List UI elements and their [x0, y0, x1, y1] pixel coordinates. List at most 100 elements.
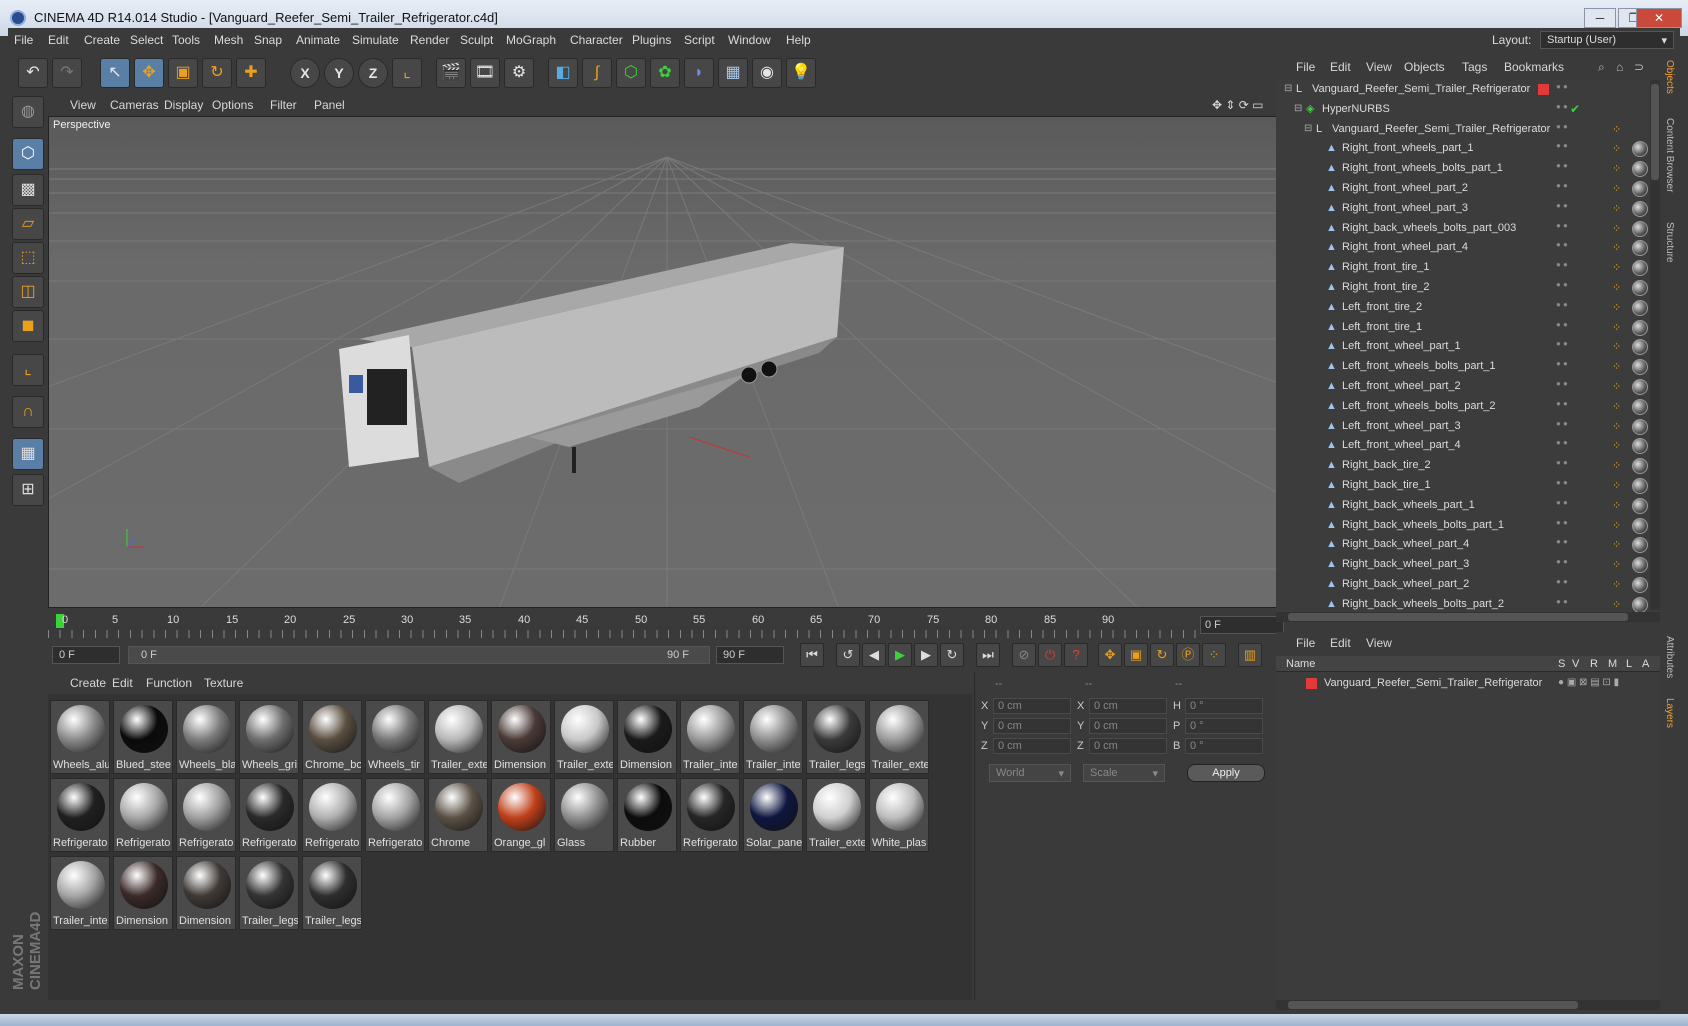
rotation-h-field[interactable]: 0 °	[1185, 698, 1263, 714]
coordinate-mode-select[interactable]: World ▾	[989, 764, 1071, 782]
menu-file[interactable]: File	[14, 33, 33, 47]
material-swatch[interactable]: Dimension	[617, 700, 677, 774]
tab-structure[interactable]: Structure	[1664, 222, 1675, 263]
viewport-menu-display[interactable]: Display	[164, 98, 203, 112]
layers-menu-edit[interactable]: Edit	[1330, 636, 1351, 650]
object-row[interactable]: ▲ Right_front_tire_2 ● ● ⁘	[1276, 278, 1660, 298]
object-row[interactable]: ▲ Left_front_wheels_bolts_part_1 ● ● ⁘	[1276, 357, 1660, 377]
object-row[interactable]: ▲ Right_front_wheel_part_2 ● ● ⁘	[1276, 179, 1660, 199]
material-swatch[interactable]: Trailer_inte	[680, 700, 740, 774]
layer-row[interactable]: Vanguard_Reefer_Semi_Trailer_Refrigerato…	[1276, 674, 1660, 694]
visibility-dots-icon[interactable]: ● ●	[1556, 518, 1570, 532]
axis-mode-icon[interactable]: ⌞	[12, 354, 44, 386]
visibility-dots-icon[interactable]: ● ●	[1556, 241, 1570, 254]
undo-icon[interactable]: ↶	[18, 58, 48, 88]
object-row[interactable]: ▲ Right_back_wheels_bolts_part_2 ● ● ⁘	[1276, 595, 1660, 612]
rotation-b-field[interactable]: 0 °	[1185, 738, 1263, 754]
apply-button[interactable]: Apply	[1187, 764, 1265, 782]
material-swatch[interactable]: Rubber	[617, 778, 677, 852]
phong-tag-icon[interactable]: ⁘	[1612, 519, 1626, 533]
material-swatch[interactable]: Wheels_alu	[50, 700, 110, 774]
scale-z-field[interactable]: 0 cm	[1089, 738, 1167, 754]
material-swatch[interactable]: Solar_pane	[743, 778, 803, 852]
objects-menu-tags[interactable]: Tags	[1462, 60, 1487, 74]
material-swatch[interactable]: Orange_gl	[491, 778, 551, 852]
material-menu-create[interactable]: Create	[70, 676, 106, 690]
object-row[interactable]: ▲ Right_back_tire_1 ● ● ⁘	[1276, 476, 1660, 496]
y-axis-icon[interactable]: Y	[324, 58, 354, 88]
scale-x-field[interactable]: 0 cm	[1089, 698, 1167, 714]
filter-icon[interactable]: ⊃	[1634, 60, 1644, 74]
material-swatch[interactable]: Trailer_exte	[554, 700, 614, 774]
material-swatch[interactable]: Chrome	[428, 778, 488, 852]
autokey-icon[interactable]: ⏻	[1038, 643, 1062, 667]
position-y-field[interactable]: 0 cm	[993, 718, 1071, 734]
material-swatch[interactable]: Dimension	[113, 856, 173, 930]
material-menu-function[interactable]: Function	[146, 676, 192, 690]
objects-menu-edit[interactable]: Edit	[1330, 60, 1351, 74]
material-swatch[interactable]: Wheels_tir	[365, 700, 425, 774]
previous-frame-icon[interactable]: ◀	[862, 643, 886, 667]
visibility-dots-icon[interactable]: ● ●	[1556, 162, 1570, 175]
points-mode-icon[interactable]: ⬚	[12, 242, 44, 274]
model-mode-icon[interactable]: ⬡	[12, 138, 44, 170]
material-swatch[interactable]: Trailer_legs	[302, 856, 362, 930]
tab-objects[interactable]: Objects	[1664, 60, 1675, 94]
previous-key-icon[interactable]: ↺	[836, 643, 860, 667]
menu-render[interactable]: Render	[410, 33, 449, 47]
object-row[interactable]: ▲ Left_front_wheel_part_3 ● ● ⁘	[1276, 417, 1660, 437]
phong-tag-icon[interactable]: ⁘	[1612, 222, 1626, 236]
light-icon[interactable]: 💡	[786, 58, 816, 88]
play-icon[interactable]: ▶	[888, 643, 912, 667]
phong-tag-icon[interactable]: ⁘	[1612, 538, 1626, 552]
perspective-viewport[interactable]: Perspective	[48, 116, 1284, 608]
material-swatch[interactable]: Chrome_bo	[302, 700, 362, 774]
visibility-dots-icon[interactable]: ● ●	[1556, 439, 1570, 452]
visibility-dots-icon[interactable]: ● ●	[1556, 380, 1570, 393]
cube-primitive-icon[interactable]: ◧	[548, 58, 578, 88]
keyframe-selection-icon[interactable]: ?	[1064, 643, 1088, 667]
scale-y-field[interactable]: 0 cm	[1089, 718, 1167, 734]
layer-column-animation[interactable]: A	[1642, 658, 1649, 670]
object-row[interactable]: ▲ Right_front_wheels_bolts_part_1 ● ● ⁘	[1276, 159, 1660, 179]
phong-tag-icon[interactable]: ⁘	[1612, 321, 1626, 335]
polygons-mode-icon[interactable]: ◼	[12, 310, 44, 342]
redo-icon[interactable]: ↷	[52, 58, 82, 88]
tab-content-browser[interactable]: Content Browser	[1664, 118, 1675, 192]
object-row[interactable]: ▲ Right_front_wheels_part_1 ● ● ⁘	[1276, 139, 1660, 159]
array-icon[interactable]: ✿	[650, 58, 680, 88]
visibility-dots-icon[interactable]: ● ●	[1556, 558, 1570, 571]
object-row[interactable]: ⊟ L Vanguard_Reefer_Semi_Trailer_Refrigera…	[1276, 80, 1660, 100]
material-swatch[interactable]: White_plas	[869, 778, 929, 852]
object-row[interactable]: ▲ Left_front_tire_2 ● ● ⁘	[1276, 298, 1660, 318]
material-swatch[interactable]: Refrigerato	[50, 778, 110, 852]
object-row[interactable]: ▲ Left_front_wheel_part_1 ● ● ⁘	[1276, 337, 1660, 357]
phong-tag-icon[interactable]: ⁘	[1612, 281, 1626, 295]
viewport-menu-options[interactable]: Options	[212, 98, 253, 112]
edit-render-settings-icon[interactable]: ⚙	[504, 58, 534, 88]
visibility-dots-icon[interactable]: ● ●	[1556, 320, 1570, 334]
visibility-dots-icon[interactable]: ● ●	[1556, 498, 1570, 512]
material-tag-icon[interactable]	[1632, 299, 1648, 316]
frame-range-slider[interactable]: 0 F 90 F	[128, 646, 710, 664]
record-parameter-icon[interactable]: Ⓟ	[1176, 643, 1200, 667]
object-row[interactable]: ▲ Left_front_wheel_part_2 ● ● ⁘	[1276, 377, 1660, 397]
visibility-dots-icon[interactable]: ● ●	[1556, 340, 1570, 353]
menu-tools[interactable]: Tools	[172, 33, 200, 47]
visibility-dots-icon[interactable]: ● ●	[1556, 142, 1570, 155]
object-row[interactable]: ▲ Left_front_wheels_bolts_part_2 ● ● ⁘	[1276, 397, 1660, 417]
edges-mode-icon[interactable]: ◫	[12, 276, 44, 308]
home-icon[interactable]: ⌂	[1616, 60, 1623, 74]
material-swatch[interactable]: Trailer_exte	[806, 778, 866, 852]
phong-tag-icon[interactable]: ⁘	[1612, 558, 1626, 572]
visibility-dots-icon[interactable]: ● ●	[1556, 300, 1570, 314]
material-swatch[interactable]: Wheels_gri	[239, 700, 299, 774]
material-tag-icon[interactable]	[1632, 280, 1648, 296]
transform-type-select[interactable]: Scale ▾	[1083, 764, 1165, 782]
record-position-icon[interactable]: ✥	[1098, 643, 1122, 667]
deformer-icon[interactable]: ◗	[684, 58, 714, 88]
layer-column-render[interactable]: R	[1590, 658, 1598, 670]
layer-column-manager[interactable]: M	[1608, 658, 1617, 670]
material-tag-icon[interactable]	[1632, 339, 1648, 356]
menu-edit[interactable]: Edit	[48, 33, 69, 47]
